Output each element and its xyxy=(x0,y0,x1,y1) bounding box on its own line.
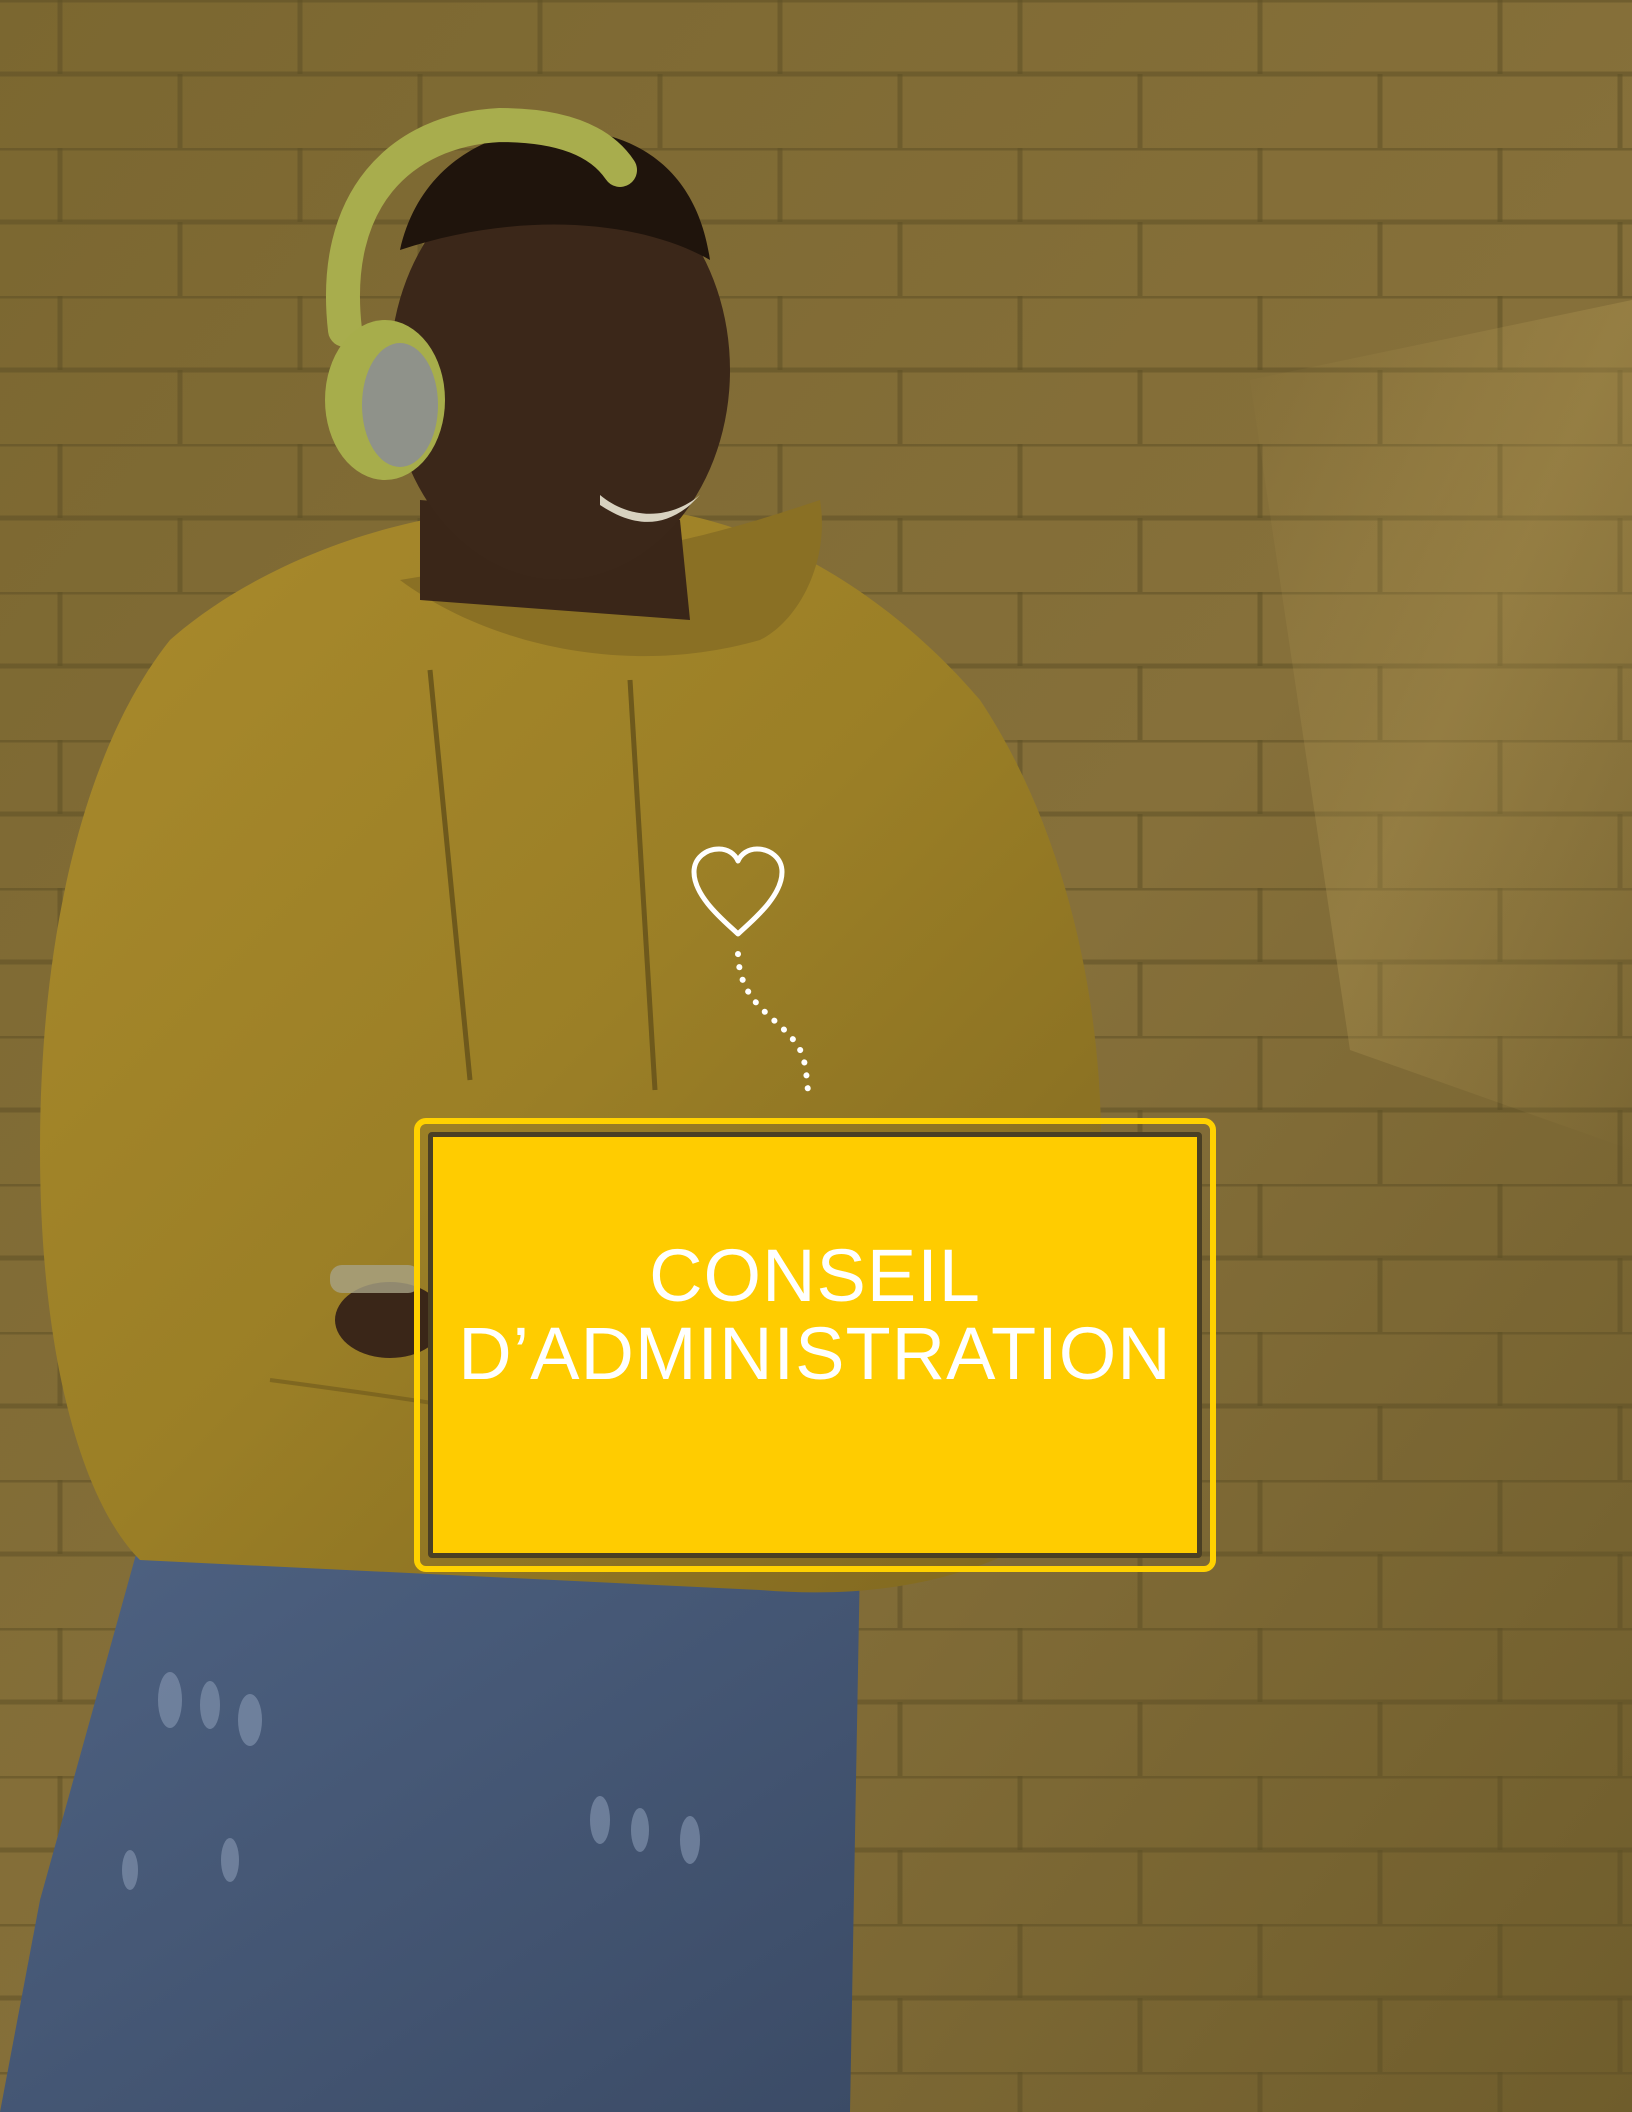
cover-page: CONSEIL D’ADMINISTRATION xyxy=(0,0,1632,2112)
title-line-1: CONSEIL xyxy=(649,1234,981,1317)
heart-outline-icon xyxy=(691,846,785,937)
title-box: CONSEIL D’ADMINISTRATION xyxy=(414,1118,1216,1572)
dotted-line xyxy=(735,951,811,1095)
title-line-2: D’ADMINISTRATION xyxy=(458,1312,1172,1395)
heart-icon xyxy=(691,846,811,1095)
title-panel: CONSEIL D’ADMINISTRATION xyxy=(428,1132,1202,1558)
